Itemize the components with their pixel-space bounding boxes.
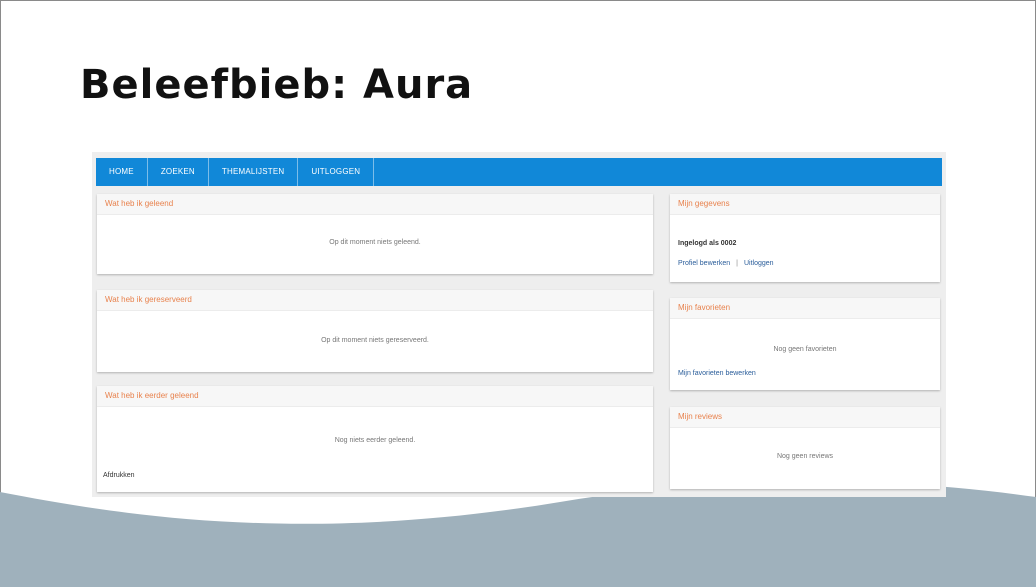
edit-profile-link[interactable]: Profiel bewerken bbox=[678, 260, 730, 267]
nav-theme-lists[interactable]: THEMALIJSTEN bbox=[209, 158, 299, 186]
panel-earlier-title: Wat heb ik eerder geleend bbox=[97, 386, 653, 407]
main-navbar: HOME ZOEKEN THEMALIJSTEN UITLOGGEN bbox=[96, 158, 942, 186]
nav-logout[interactable]: UITLOGGEN bbox=[298, 158, 375, 186]
slide-title: Beleefbieb: Aura bbox=[80, 62, 474, 108]
link-separator: | bbox=[736, 260, 738, 267]
print-link[interactable]: Afdrukken bbox=[103, 472, 135, 479]
panel-borrowed: Wat heb ik geleend Op dit moment niets g… bbox=[97, 194, 653, 274]
panel-reserved: Wat heb ik gereserveerd Op dit moment ni… bbox=[97, 290, 653, 372]
panel-earlier: Wat heb ik eerder geleend Nog niets eerd… bbox=[97, 386, 653, 492]
panel-reserved-title: Wat heb ik gereserveerd bbox=[97, 290, 653, 311]
favorites-empty: Nog geen favorieten bbox=[773, 346, 837, 353]
panel-reviews-title: Mijn reviews bbox=[670, 407, 940, 428]
manage-favorites-link[interactable]: Mijn favorieten bewerken bbox=[678, 370, 756, 377]
panel-earlier-empty: Nog niets eerder geleend. bbox=[334, 437, 416, 444]
library-app-screenshot: HOME ZOEKEN THEMALIJSTEN UITLOGGEN Wat h… bbox=[92, 152, 946, 497]
logout-link[interactable]: Uitloggen bbox=[744, 260, 774, 267]
panel-account-title: Mijn gegevens bbox=[670, 194, 940, 215]
panel-reserved-empty: Op dit moment niets gereserveerd. bbox=[321, 337, 429, 344]
nav-home[interactable]: HOME bbox=[96, 158, 148, 186]
panel-favorites: Mijn favorieten Nog geen favorieten Mijn… bbox=[670, 298, 940, 390]
panel-favorites-title: Mijn favorieten bbox=[670, 298, 940, 319]
panel-account: Mijn gegevens Ingelogd als 0002 Profiel … bbox=[670, 194, 940, 282]
account-links: Profiel bewerken | Uitloggen bbox=[678, 260, 774, 267]
panel-reviews: Mijn reviews Nog geen reviews bbox=[670, 407, 940, 489]
panel-borrowed-title: Wat heb ik geleend bbox=[97, 194, 653, 215]
nav-search[interactable]: ZOEKEN bbox=[148, 158, 209, 186]
panel-borrowed-empty: Op dit moment niets geleend. bbox=[329, 239, 421, 246]
logged-in-text: Ingelogd als 0002 bbox=[678, 240, 737, 247]
wave-shape bbox=[0, 481, 1036, 587]
reviews-empty: Nog geen reviews bbox=[776, 453, 834, 460]
